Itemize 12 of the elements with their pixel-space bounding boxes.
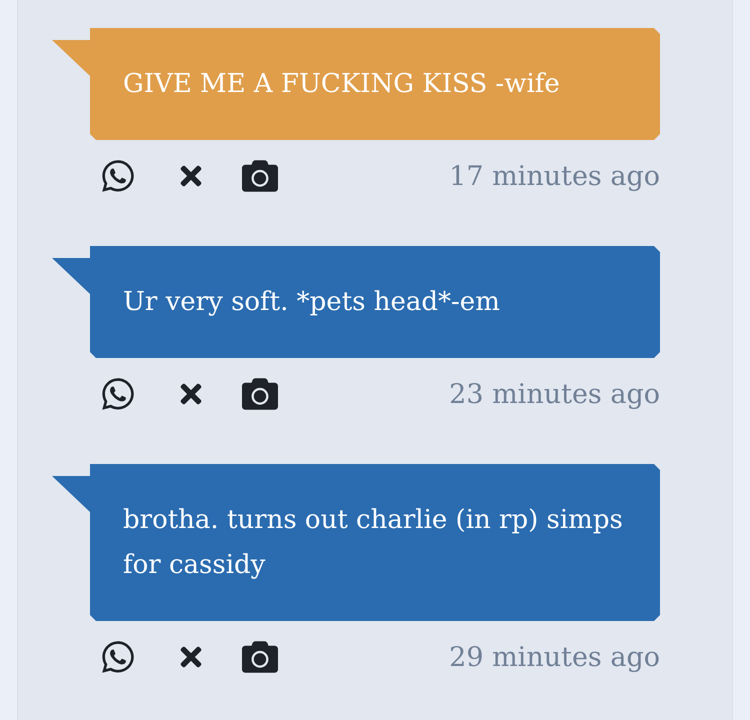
timestamp: 29 minutes ago bbox=[449, 642, 660, 672]
phone-bubble-icon[interactable] bbox=[100, 376, 136, 412]
message-text: Ur very soft. *pets head*-em bbox=[123, 286, 501, 319]
camera-icon[interactable] bbox=[242, 639, 278, 675]
message-text: GIVE ME A FUCKING KISS -wife bbox=[123, 68, 561, 101]
message-text: brotha. turns out charlie (in rp) simps for cassidy bbox=[123, 504, 624, 582]
timestamp: 23 minutes ago bbox=[449, 378, 660, 410]
camera-icon[interactable] bbox=[242, 376, 278, 412]
timestamp: 17 minutes ago bbox=[449, 160, 660, 192]
phone-bubble-icon[interactable] bbox=[100, 639, 136, 675]
phone-bubble-icon[interactable] bbox=[100, 158, 136, 194]
camera-icon[interactable] bbox=[242, 158, 278, 194]
